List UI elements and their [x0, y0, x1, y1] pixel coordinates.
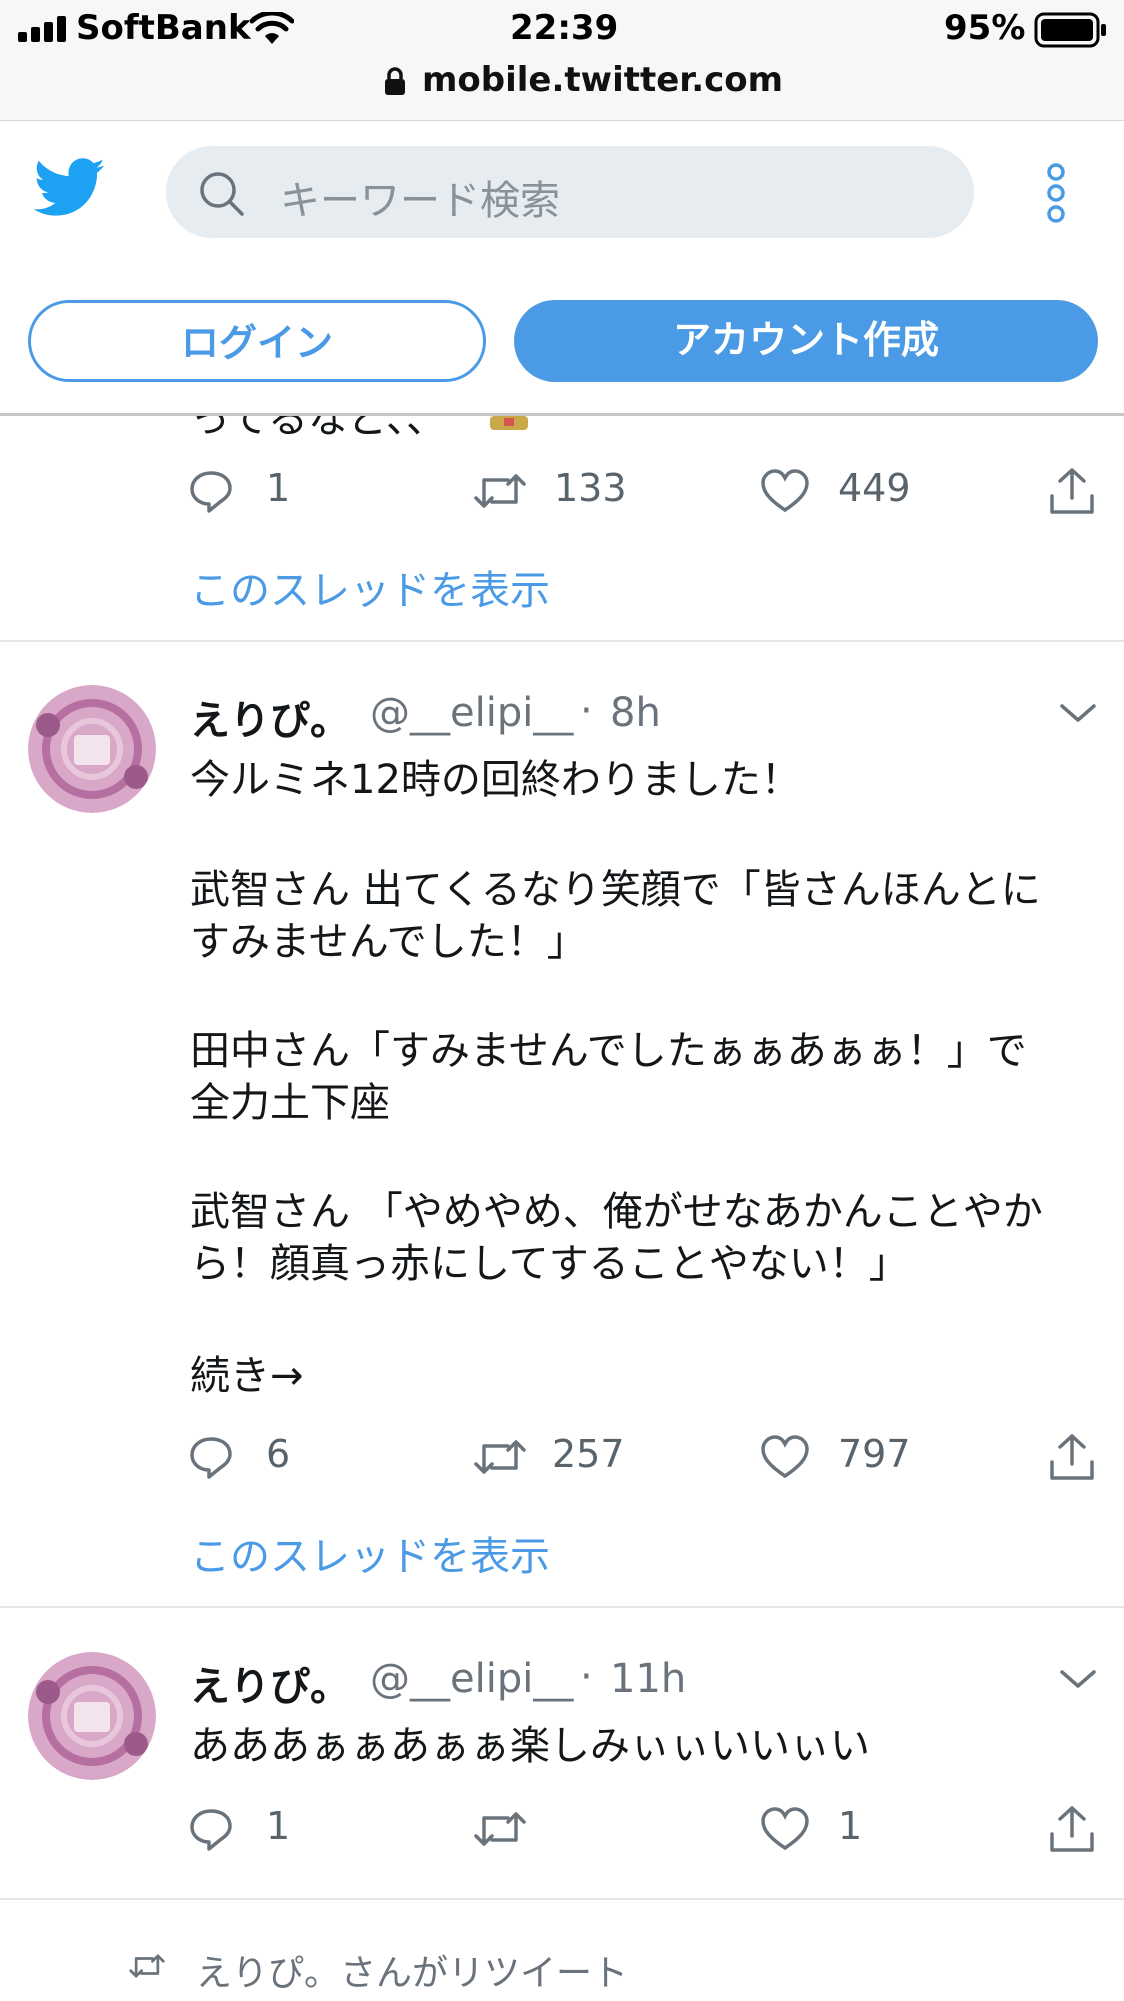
- tweet-divider: [0, 1606, 1124, 1608]
- login-button[interactable]: ログイン: [28, 300, 486, 382]
- retweet-count: 133: [554, 466, 627, 510]
- battery-percent: 95%: [944, 8, 1026, 48]
- tweet-text: 武智さん 「やめやめ、俺がせなあかんことやか ら！顔真っ赤にしてすることやない！…: [190, 1186, 1043, 1290]
- signal-icon: [18, 16, 70, 42]
- show-thread-link[interactable]: このスレッドを表示: [190, 1524, 550, 1582]
- share-icon[interactable]: [1048, 466, 1096, 516]
- url-bar[interactable]: mobile.twitter.com: [422, 60, 783, 100]
- tweet-line: 田中さん「すみませんでしたぁぁあぁぁ！」で: [190, 1028, 1027, 1074]
- tweet-line: 全力土下座: [190, 1080, 390, 1126]
- chevron-down-icon[interactable]: [1058, 1666, 1098, 1692]
- like-icon[interactable]: [760, 468, 810, 514]
- reply-count: 1: [266, 466, 291, 510]
- avatar[interactable]: [28, 1652, 156, 1780]
- tweet-text: 続き→: [190, 1350, 304, 1402]
- reply-icon[interactable]: [188, 468, 234, 514]
- tweet-line: 今ルミネ12時の回終わりました！: [190, 757, 801, 803]
- separator-dot: ·: [580, 688, 593, 734]
- display-name[interactable]: えりぴ。: [190, 688, 350, 746]
- search-placeholder: キーワード検索: [280, 178, 560, 224]
- chevron-down-icon[interactable]: [1058, 700, 1098, 726]
- timestamp[interactable]: 8h: [610, 690, 661, 736]
- signup-button[interactable]: アカウント作成: [514, 300, 1098, 382]
- tweet-text: 田中さん「すみませんでしたぁぁあぁぁ！」で 全力土下座: [190, 1025, 1027, 1129]
- tweet-text: 武智さん 出てくるなり笑顔で「皆さんほんとに すみませんでした！」: [190, 864, 1041, 968]
- battery-icon: [1034, 12, 1108, 48]
- tweet-text: あああぁぁあぁぁ楽しみぃぃいいぃい: [190, 1720, 870, 1772]
- reply-count: 6: [266, 1432, 291, 1476]
- lock-icon: [384, 66, 406, 96]
- retweet-icon[interactable]: [472, 1434, 528, 1480]
- tweet-text: ってるなど、、: [190, 416, 446, 436]
- like-icon[interactable]: [760, 1434, 810, 1480]
- search-icon: [198, 170, 248, 220]
- tweet-text: 今ルミネ12時の回終わりました！: [190, 754, 801, 806]
- tweet-line: 続き→: [190, 1353, 304, 1399]
- more-options-icon[interactable]: [1044, 162, 1068, 224]
- crown-emoji-icon: [486, 416, 532, 436]
- share-icon[interactable]: [1048, 1804, 1096, 1854]
- like-icon[interactable]: [760, 1806, 810, 1852]
- like-count: 1: [838, 1804, 863, 1848]
- retweet-count: 257: [552, 1432, 625, 1476]
- retweet-icon[interactable]: [472, 1806, 528, 1852]
- like-count: 797: [838, 1432, 911, 1476]
- tweet-line: すみませんでした！」: [190, 919, 587, 965]
- twitter-logo-icon[interactable]: [33, 158, 106, 218]
- user-handle[interactable]: @__elipi__: [370, 690, 573, 736]
- tweet-divider: [0, 640, 1124, 642]
- tweet-line: あああぁぁあぁぁ楽しみぃぃいいぃい: [190, 1723, 870, 1769]
- retweet-notice: えりぴ。さんがリツイート: [196, 1953, 629, 1994]
- tweet-line: ら！顔真っ赤にしてすることやない！」: [190, 1241, 909, 1287]
- avatar[interactable]: [28, 685, 156, 813]
- like-count: 449: [838, 466, 911, 510]
- separator-dot: ·: [580, 1654, 593, 1700]
- user-handle[interactable]: @__elipi__: [370, 1656, 573, 1702]
- tweet-line: 武智さん 出てくるなり笑顔で「皆さんほんとに: [190, 867, 1041, 913]
- wifi-icon: [249, 10, 295, 46]
- clock: 22:39: [510, 8, 619, 48]
- tweet-line: 武智さん 「やめやめ、俺がせなあかんことやか: [190, 1189, 1043, 1235]
- retweet-small-icon: [128, 1950, 166, 1982]
- tweet-divider: [0, 1898, 1124, 1900]
- timestamp[interactable]: 11h: [610, 1656, 686, 1702]
- reply-icon[interactable]: [188, 1806, 234, 1852]
- reply-icon[interactable]: [188, 1434, 234, 1480]
- carrier-label: SoftBank: [76, 8, 251, 48]
- show-thread-link[interactable]: このスレッドを表示: [190, 558, 550, 616]
- share-icon[interactable]: [1048, 1432, 1096, 1482]
- reply-count: 1: [266, 1804, 291, 1848]
- retweet-icon[interactable]: [472, 468, 528, 514]
- display-name[interactable]: えりぴ。: [190, 1654, 350, 1712]
